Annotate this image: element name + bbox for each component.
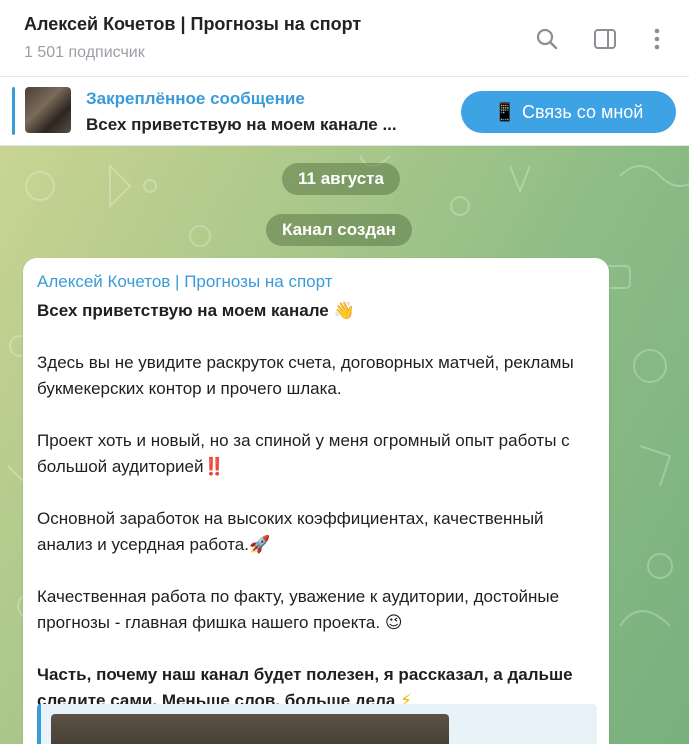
message-paragraph: Основной заработок на высоких коэффициен… [37,509,544,555]
double-exclamation-emoji: ‼️ [203,457,225,477]
message-bubble[interactable]: Алексей Кочетов | Прогнозы на спорт Всех… [23,258,609,744]
message-author[interactable]: Алексей Кочетов | Прогнозы на спорт [37,272,333,292]
pinned-text: Всех приветствую на моем канале ... [86,115,397,134]
contact-button-label: Связь со мной [522,101,644,122]
message-paragraph: Проект хоть и новый, но за спиной у меня… [37,431,570,477]
pinned-thumbnail [25,87,71,133]
rocket-emoji: 🚀 [248,535,271,555]
contact-me-button[interactable]: 📱 Связь со мной [461,91,676,133]
channel-created-notice: Канал создан [266,214,412,246]
pinned-title: Закреплённое сообщение [86,89,305,108]
search-icon[interactable] [534,26,560,52]
message-greeting: Всех приветствую на моем канале 👋 [37,301,355,321]
chat-area[interactable]: 11 августа Канал создан Алексей Кочетов … [0,146,689,744]
message-paragraph: Качественная работа по факту, уважение к… [37,587,560,633]
chat-header: Алексей Кочетов | Прогнозы на спорт 1 50… [0,0,689,77]
date-separator: 11 августа [282,163,400,195]
wink-emoji: 😉 [384,613,403,633]
message-paragraph: Здесь вы не увидите раскруток счета, дог… [37,353,574,398]
attached-media-thumbnail[interactable] [51,714,449,744]
channel-title[interactable]: Алексей Кочетов | Прогнозы на спорт [24,14,361,35]
pinned-indicator [12,87,15,135]
sidebar-toggle-icon[interactable] [592,26,618,52]
subscriber-count: 1 501 подписчик [24,44,145,61]
phone-icon: 📱 [493,101,517,123]
message-body: Всех приветствую на моем канале 👋 Здесь … [37,298,597,740]
more-vertical-icon[interactable] [644,26,670,52]
wave-emoji: 👋 [333,301,355,321]
